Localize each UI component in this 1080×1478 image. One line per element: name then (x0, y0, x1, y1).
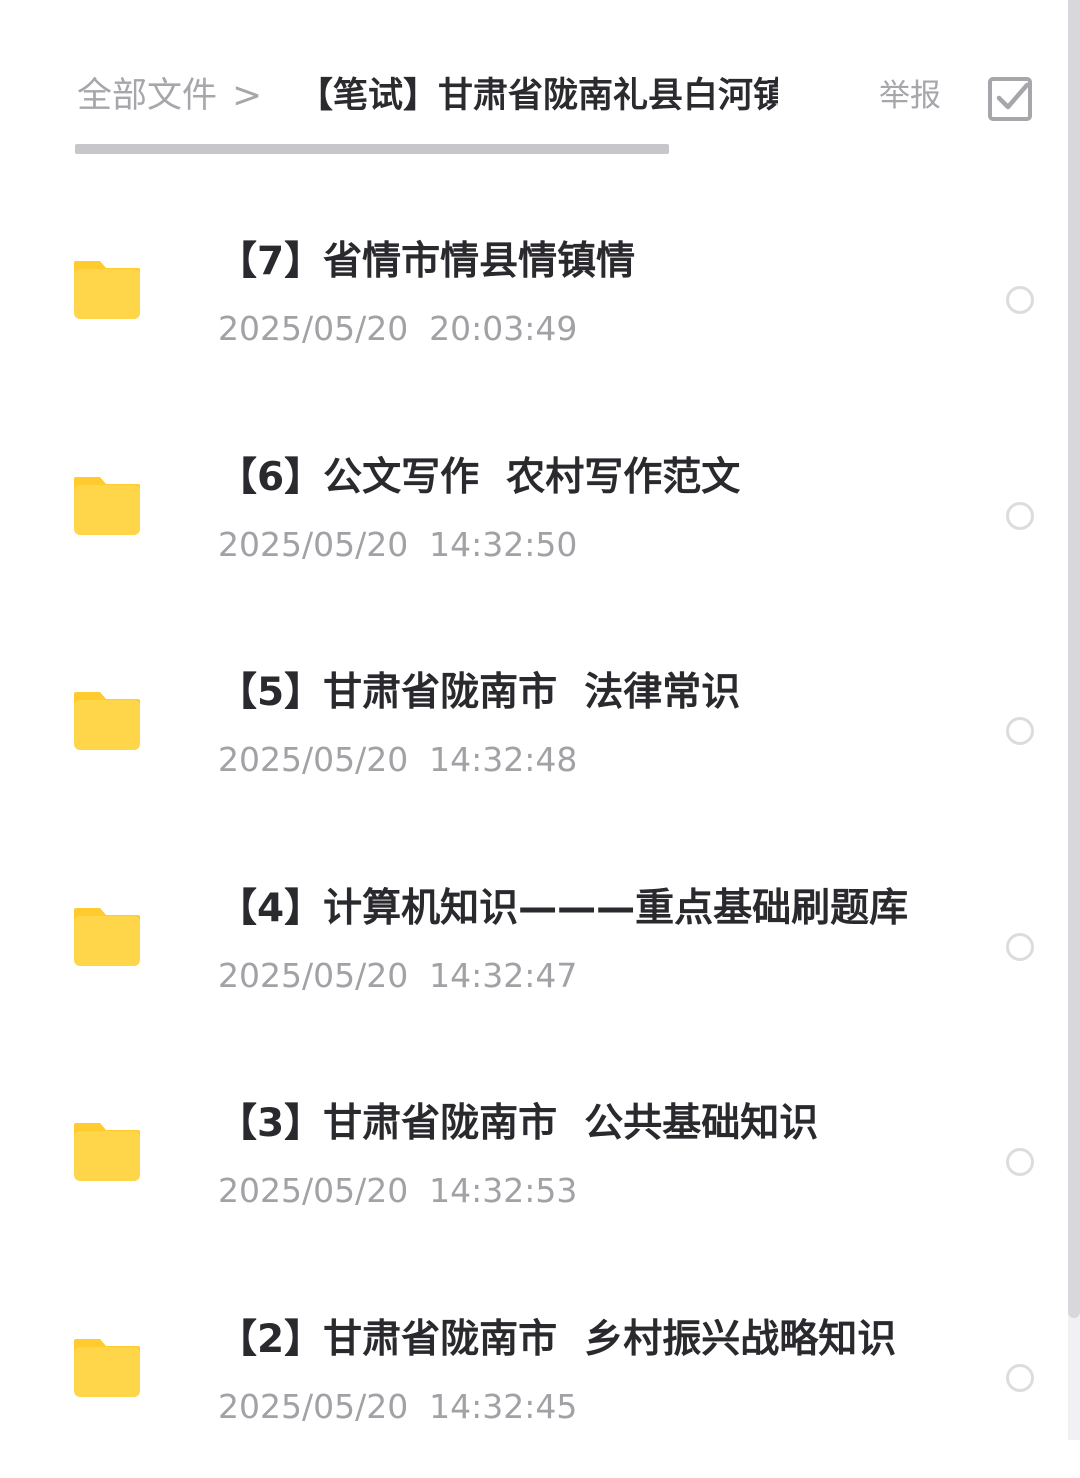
file-name: 【3】甘肃省陇南市 公共基础知识 (218, 1097, 818, 1151)
file-row[interactable]: 【5】甘肃省陇南市 法律常识 2025/05/20 14:32:48 (0, 616, 1066, 832)
select-radio[interactable] (1006, 286, 1034, 314)
select-radio[interactable] (1006, 1148, 1034, 1176)
file-name: 【7】省情市情县情镇情 (218, 235, 635, 289)
page-scrollbar-thumb[interactable] (1068, 0, 1080, 1318)
file-list: 【7】省情市情县情镇情 2025/05/20 20:03:49 【6】公文写作 … (0, 185, 1066, 1478)
file-row[interactable]: 【2】甘肃省陇南市 乡村振兴战略知识 2025/05/20 14:32:45 (0, 1263, 1066, 1478)
folder-icon (72, 1337, 142, 1399)
folder-icon (72, 259, 142, 321)
page-scrollbar[interactable] (1068, 0, 1080, 1440)
file-modified-time: 2025/05/20 14:32:53 (218, 1169, 577, 1213)
folder-icon (72, 690, 142, 752)
file-modified-time: 2025/05/20 14:32:47 (218, 954, 577, 998)
file-name: 【2】甘肃省陇南市 乡村振兴战略知识 (218, 1313, 896, 1367)
file-row[interactable]: 【4】计算机知识———重点基础刷题库 2025/05/20 14:32:47 (0, 832, 1066, 1048)
file-row[interactable]: 【7】省情市情县情镇情 2025/05/20 20:03:49 (0, 185, 1066, 401)
file-modified-time: 2025/05/20 14:32:45 (218, 1385, 577, 1429)
breadcrumb-all-files[interactable]: 全部文件 (77, 72, 217, 120)
folder-icon (72, 475, 142, 537)
report-button[interactable]: 举报 (879, 74, 941, 118)
folder-icon (72, 1121, 142, 1183)
select-radio[interactable] (1006, 717, 1034, 745)
file-modified-time: 2025/05/20 14:32:50 (218, 523, 577, 567)
file-name: 【4】计算机知识———重点基础刷题库 (218, 882, 908, 936)
select-radio[interactable] (1006, 502, 1034, 530)
file-name: 【6】公文写作 农村写作范文 (218, 451, 740, 505)
breadcrumb-scroll-indicator (75, 144, 669, 154)
file-modified-time: 2025/05/20 20:03:49 (218, 307, 577, 351)
checkbox-select-icon[interactable] (987, 76, 1033, 122)
top-bar: 全部文件 > 【笔试】甘肃省陇南礼县白河镇 举报 (0, 0, 1066, 160)
file-row[interactable]: 【3】甘肃省陇南市 公共基础知识 2025/05/20 14:32:53 (0, 1047, 1066, 1263)
select-radio[interactable] (1006, 1364, 1034, 1392)
folder-icon (72, 906, 142, 968)
breadcrumb-current-folder: 【笔试】甘肃省陇南礼县白河镇 (298, 72, 778, 120)
file-row[interactable]: 【6】公文写作 农村写作范文 2025/05/20 14:32:50 (0, 401, 1066, 617)
breadcrumb-separator: > (232, 72, 262, 120)
file-modified-time: 2025/05/20 14:32:48 (218, 738, 577, 782)
select-radio[interactable] (1006, 933, 1034, 961)
file-name: 【5】甘肃省陇南市 法律常识 (218, 666, 740, 720)
